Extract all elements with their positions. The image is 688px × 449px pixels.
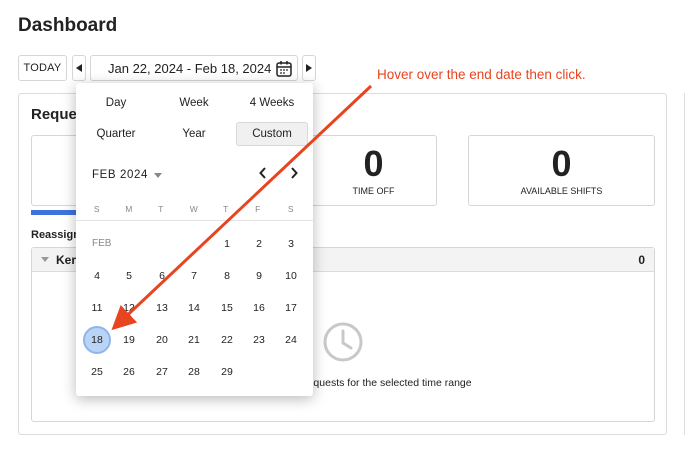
- month-label: FEB 2024: [92, 169, 148, 181]
- annotation-text: Hover over the end date then click.: [377, 67, 586, 82]
- month-row-label: FEB: [92, 238, 112, 249]
- month-selector[interactable]: FEB 2024: [92, 169, 162, 181]
- weekday-label: W: [189, 204, 199, 214]
- previous-range-button[interactable]: [72, 55, 86, 81]
- preset-day[interactable]: Day: [80, 91, 152, 115]
- preset-quarter[interactable]: Quarter: [80, 122, 152, 146]
- calendar-day-selected[interactable]: 18: [83, 326, 111, 354]
- chevron-right-icon: [291, 167, 298, 179]
- adjacent-panel-edge: [684, 93, 688, 435]
- weekday-label: S: [93, 204, 101, 214]
- date-range-text: Jan 22, 2024 - Feb 18, 2024: [108, 60, 272, 76]
- preset-custom[interactable]: Custom: [236, 122, 308, 146]
- chevron-left-icon: [259, 167, 266, 179]
- caret-right-icon: [306, 64, 312, 72]
- preset-4-weeks[interactable]: 4 Weeks: [236, 91, 308, 115]
- next-range-button[interactable]: [302, 55, 316, 81]
- calendar-day[interactable]: 17: [277, 294, 305, 322]
- calendar-day[interactable]: 21: [180, 326, 208, 354]
- weekday-label: S: [287, 204, 295, 214]
- calendar-day[interactable]: 3: [277, 230, 305, 258]
- date-range-popover: Day Week 4 Weeks Quarter Year Custom FEB…: [76, 83, 313, 396]
- calendar-day[interactable]: 19: [115, 326, 143, 354]
- calendar-day[interactable]: 28: [180, 358, 208, 386]
- stat-card-available-shifts[interactable]: 0 AVAILABLE SHIFTS: [468, 135, 655, 206]
- calendar-day[interactable]: 27: [148, 358, 176, 386]
- calendar-day[interactable]: 4: [83, 262, 111, 290]
- previous-month-button[interactable]: [256, 167, 270, 183]
- calendar-day[interactable]: 26: [115, 358, 143, 386]
- calendar-day[interactable]: 16: [245, 294, 273, 322]
- weekday-label: T: [223, 204, 229, 214]
- calendar-day[interactable]: 29: [213, 358, 241, 386]
- calendar-day[interactable]: 23: [245, 326, 273, 354]
- reassign-section-label: Reassign: [31, 229, 80, 241]
- stat-value: 0: [363, 143, 384, 184]
- calendar-day[interactable]: 7: [180, 262, 208, 290]
- calendar-day[interactable]: 13: [148, 294, 176, 322]
- active-stat-indicator: [31, 210, 81, 215]
- caret-left-icon: [76, 64, 82, 72]
- calendar-day[interactable]: 9: [245, 262, 273, 290]
- calendar-day[interactable]: 12: [115, 294, 143, 322]
- calendar-day[interactable]: 15: [213, 294, 241, 322]
- calendar-day[interactable]: 5: [115, 262, 143, 290]
- calendar-day[interactable]: 6: [148, 262, 176, 290]
- calendar-day[interactable]: 14: [180, 294, 208, 322]
- stat-label: AVAILABLE SHIFTS: [520, 186, 603, 196]
- calendar-day[interactable]: 20: [148, 326, 176, 354]
- calendar-day[interactable]: 24: [277, 326, 305, 354]
- stat-label: TIME OFF: [352, 186, 395, 196]
- preset-week[interactable]: Week: [158, 91, 230, 115]
- caret-down-icon: [153, 172, 162, 178]
- weekday-divider: [76, 220, 313, 221]
- calendar-day[interactable]: 1: [213, 230, 241, 258]
- calendar-day[interactable]: 11: [83, 294, 111, 322]
- weekday-label: M: [125, 204, 133, 214]
- caret-down-icon: [41, 257, 49, 262]
- weekday-label: F: [255, 204, 261, 214]
- calendar-day[interactable]: 10: [277, 262, 305, 290]
- weekday-label: T: [158, 204, 164, 214]
- dashboard-page: Dashboard TODAY Jan 22, 2024 - Feb 18, 2…: [0, 0, 688, 449]
- calendar-day[interactable]: 2: [245, 230, 273, 258]
- date-range-picker-button[interactable]: Jan 22, 2024 - Feb 18, 2024: [90, 55, 298, 81]
- next-month-button[interactable]: [287, 167, 301, 183]
- today-button[interactable]: TODAY: [18, 55, 67, 81]
- calendar-day[interactable]: 22: [213, 326, 241, 354]
- page-title: Dashboard: [18, 15, 118, 36]
- calendar-day[interactable]: 25: [83, 358, 111, 386]
- calendar-day[interactable]: 8: [213, 262, 241, 290]
- stat-value: 0: [551, 143, 572, 184]
- clock-icon: [323, 322, 363, 362]
- requests-title: Reque: [31, 106, 77, 123]
- group-count: 0: [638, 253, 645, 267]
- group-name: Ker: [56, 253, 77, 267]
- preset-year[interactable]: Year: [158, 122, 230, 146]
- stat-card-time-off[interactable]: 0 TIME OFF: [310, 135, 437, 206]
- calendar-icon: [276, 61, 292, 77]
